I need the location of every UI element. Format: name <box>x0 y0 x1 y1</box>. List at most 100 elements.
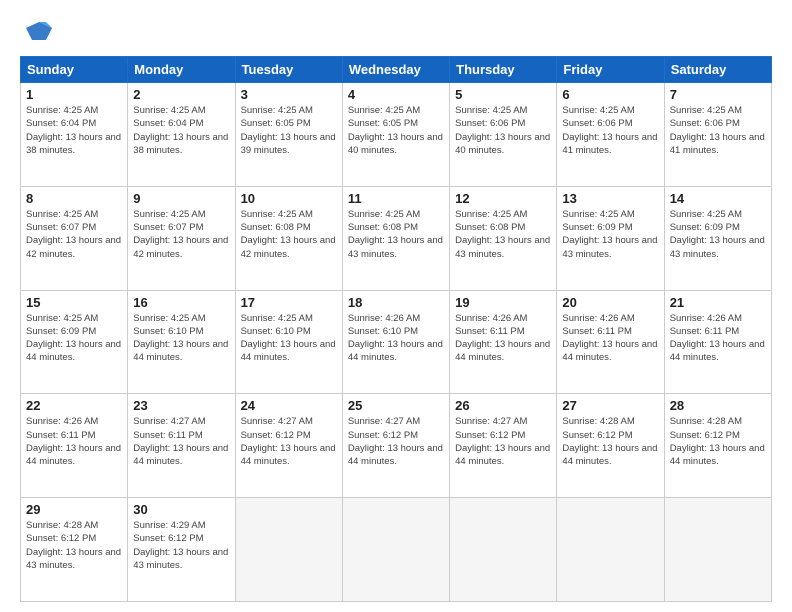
calendar-cell: 27 Sunrise: 4:28 AMSunset: 6:12 PMDaylig… <box>557 394 664 498</box>
day-number: 6 <box>562 87 658 102</box>
day-number: 2 <box>133 87 229 102</box>
day-number: 3 <box>241 87 337 102</box>
day-detail: Sunrise: 4:25 AMSunset: 6:09 PMDaylight:… <box>26 312 122 365</box>
day-detail: Sunrise: 4:25 AMSunset: 6:08 PMDaylight:… <box>455 208 551 261</box>
day-number: 30 <box>133 502 229 517</box>
day-detail: Sunrise: 4:25 AMSunset: 6:07 PMDaylight:… <box>133 208 229 261</box>
calendar-cell <box>342 498 449 602</box>
logo-icon <box>24 18 54 48</box>
calendar-cell: 8 Sunrise: 4:25 AMSunset: 6:07 PMDayligh… <box>21 186 128 290</box>
calendar-cell: 30 Sunrise: 4:29 AMSunset: 6:12 PMDaylig… <box>128 498 235 602</box>
calendar-cell: 16 Sunrise: 4:25 AMSunset: 6:10 PMDaylig… <box>128 290 235 394</box>
day-detail: Sunrise: 4:25 AMSunset: 6:07 PMDaylight:… <box>26 208 122 261</box>
calendar-cell: 5 Sunrise: 4:25 AMSunset: 6:06 PMDayligh… <box>450 83 557 187</box>
calendar-week-4: 22 Sunrise: 4:26 AMSunset: 6:11 PMDaylig… <box>21 394 772 498</box>
day-number: 25 <box>348 398 444 413</box>
calendar-cell: 18 Sunrise: 4:26 AMSunset: 6:10 PMDaylig… <box>342 290 449 394</box>
day-detail: Sunrise: 4:25 AMSunset: 6:09 PMDaylight:… <box>562 208 658 261</box>
calendar-cell: 19 Sunrise: 4:26 AMSunset: 6:11 PMDaylig… <box>450 290 557 394</box>
day-number: 20 <box>562 295 658 310</box>
day-number: 24 <box>241 398 337 413</box>
day-number: 28 <box>670 398 766 413</box>
day-number: 8 <box>26 191 122 206</box>
day-number: 23 <box>133 398 229 413</box>
day-detail: Sunrise: 4:27 AMSunset: 6:11 PMDaylight:… <box>133 415 229 468</box>
day-detail: Sunrise: 4:25 AMSunset: 6:06 PMDaylight:… <box>455 104 551 157</box>
day-detail: Sunrise: 4:25 AMSunset: 6:10 PMDaylight:… <box>133 312 229 365</box>
day-detail: Sunrise: 4:25 AMSunset: 6:06 PMDaylight:… <box>670 104 766 157</box>
calendar-week-1: 1 Sunrise: 4:25 AMSunset: 6:04 PMDayligh… <box>21 83 772 187</box>
day-number: 12 <box>455 191 551 206</box>
day-detail: Sunrise: 4:26 AMSunset: 6:10 PMDaylight:… <box>348 312 444 365</box>
calendar-week-5: 29 Sunrise: 4:28 AMSunset: 6:12 PMDaylig… <box>21 498 772 602</box>
day-number: 4 <box>348 87 444 102</box>
calendar-cell: 6 Sunrise: 4:25 AMSunset: 6:06 PMDayligh… <box>557 83 664 187</box>
col-header-wednesday: Wednesday <box>342 57 449 83</box>
col-header-thursday: Thursday <box>450 57 557 83</box>
day-detail: Sunrise: 4:25 AMSunset: 6:05 PMDaylight:… <box>241 104 337 157</box>
day-number: 7 <box>670 87 766 102</box>
day-number: 15 <box>26 295 122 310</box>
col-header-sunday: Sunday <box>21 57 128 83</box>
day-detail: Sunrise: 4:27 AMSunset: 6:12 PMDaylight:… <box>241 415 337 468</box>
calendar-cell: 10 Sunrise: 4:25 AMSunset: 6:08 PMDaylig… <box>235 186 342 290</box>
header <box>20 18 772 48</box>
day-number: 16 <box>133 295 229 310</box>
day-number: 9 <box>133 191 229 206</box>
day-detail: Sunrise: 4:26 AMSunset: 6:11 PMDaylight:… <box>670 312 766 365</box>
day-number: 26 <box>455 398 551 413</box>
day-detail: Sunrise: 4:25 AMSunset: 6:04 PMDaylight:… <box>133 104 229 157</box>
day-detail: Sunrise: 4:26 AMSunset: 6:11 PMDaylight:… <box>26 415 122 468</box>
calendar-cell: 4 Sunrise: 4:25 AMSunset: 6:05 PMDayligh… <box>342 83 449 187</box>
calendar-cell: 22 Sunrise: 4:26 AMSunset: 6:11 PMDaylig… <box>21 394 128 498</box>
calendar-cell: 13 Sunrise: 4:25 AMSunset: 6:09 PMDaylig… <box>557 186 664 290</box>
calendar-cell: 20 Sunrise: 4:26 AMSunset: 6:11 PMDaylig… <box>557 290 664 394</box>
day-number: 10 <box>241 191 337 206</box>
day-number: 11 <box>348 191 444 206</box>
calendar-cell: 1 Sunrise: 4:25 AMSunset: 6:04 PMDayligh… <box>21 83 128 187</box>
day-detail: Sunrise: 4:25 AMSunset: 6:04 PMDaylight:… <box>26 104 122 157</box>
day-detail: Sunrise: 4:25 AMSunset: 6:09 PMDaylight:… <box>670 208 766 261</box>
calendar-week-3: 15 Sunrise: 4:25 AMSunset: 6:09 PMDaylig… <box>21 290 772 394</box>
calendar-cell: 17 Sunrise: 4:25 AMSunset: 6:10 PMDaylig… <box>235 290 342 394</box>
day-number: 19 <box>455 295 551 310</box>
day-number: 29 <box>26 502 122 517</box>
day-detail: Sunrise: 4:25 AMSunset: 6:08 PMDaylight:… <box>241 208 337 261</box>
col-header-monday: Monday <box>128 57 235 83</box>
day-detail: Sunrise: 4:28 AMSunset: 6:12 PMDaylight:… <box>26 519 122 572</box>
calendar-cell: 24 Sunrise: 4:27 AMSunset: 6:12 PMDaylig… <box>235 394 342 498</box>
calendar-cell: 25 Sunrise: 4:27 AMSunset: 6:12 PMDaylig… <box>342 394 449 498</box>
calendar-cell: 21 Sunrise: 4:26 AMSunset: 6:11 PMDaylig… <box>664 290 771 394</box>
day-detail: Sunrise: 4:28 AMSunset: 6:12 PMDaylight:… <box>670 415 766 468</box>
calendar-cell: 2 Sunrise: 4:25 AMSunset: 6:04 PMDayligh… <box>128 83 235 187</box>
day-detail: Sunrise: 4:26 AMSunset: 6:11 PMDaylight:… <box>455 312 551 365</box>
day-detail: Sunrise: 4:28 AMSunset: 6:12 PMDaylight:… <box>562 415 658 468</box>
calendar-cell: 26 Sunrise: 4:27 AMSunset: 6:12 PMDaylig… <box>450 394 557 498</box>
day-detail: Sunrise: 4:29 AMSunset: 6:12 PMDaylight:… <box>133 519 229 572</box>
calendar-cell: 3 Sunrise: 4:25 AMSunset: 6:05 PMDayligh… <box>235 83 342 187</box>
day-detail: Sunrise: 4:25 AMSunset: 6:08 PMDaylight:… <box>348 208 444 261</box>
day-number: 17 <box>241 295 337 310</box>
day-number: 14 <box>670 191 766 206</box>
calendar-cell <box>664 498 771 602</box>
calendar-cell <box>235 498 342 602</box>
day-number: 13 <box>562 191 658 206</box>
day-detail: Sunrise: 4:25 AMSunset: 6:05 PMDaylight:… <box>348 104 444 157</box>
day-detail: Sunrise: 4:25 AMSunset: 6:06 PMDaylight:… <box>562 104 658 157</box>
calendar-cell: 28 Sunrise: 4:28 AMSunset: 6:12 PMDaylig… <box>664 394 771 498</box>
calendar-cell <box>450 498 557 602</box>
calendar-cell: 14 Sunrise: 4:25 AMSunset: 6:09 PMDaylig… <box>664 186 771 290</box>
calendar-cell: 23 Sunrise: 4:27 AMSunset: 6:11 PMDaylig… <box>128 394 235 498</box>
calendar-cell: 29 Sunrise: 4:28 AMSunset: 6:12 PMDaylig… <box>21 498 128 602</box>
calendar-cell: 9 Sunrise: 4:25 AMSunset: 6:07 PMDayligh… <box>128 186 235 290</box>
calendar-cell: 7 Sunrise: 4:25 AMSunset: 6:06 PMDayligh… <box>664 83 771 187</box>
day-detail: Sunrise: 4:26 AMSunset: 6:11 PMDaylight:… <box>562 312 658 365</box>
day-number: 27 <box>562 398 658 413</box>
calendar-week-2: 8 Sunrise: 4:25 AMSunset: 6:07 PMDayligh… <box>21 186 772 290</box>
col-header-friday: Friday <box>557 57 664 83</box>
day-number: 1 <box>26 87 122 102</box>
day-detail: Sunrise: 4:27 AMSunset: 6:12 PMDaylight:… <box>348 415 444 468</box>
day-number: 5 <box>455 87 551 102</box>
day-detail: Sunrise: 4:25 AMSunset: 6:10 PMDaylight:… <box>241 312 337 365</box>
col-header-tuesday: Tuesday <box>235 57 342 83</box>
